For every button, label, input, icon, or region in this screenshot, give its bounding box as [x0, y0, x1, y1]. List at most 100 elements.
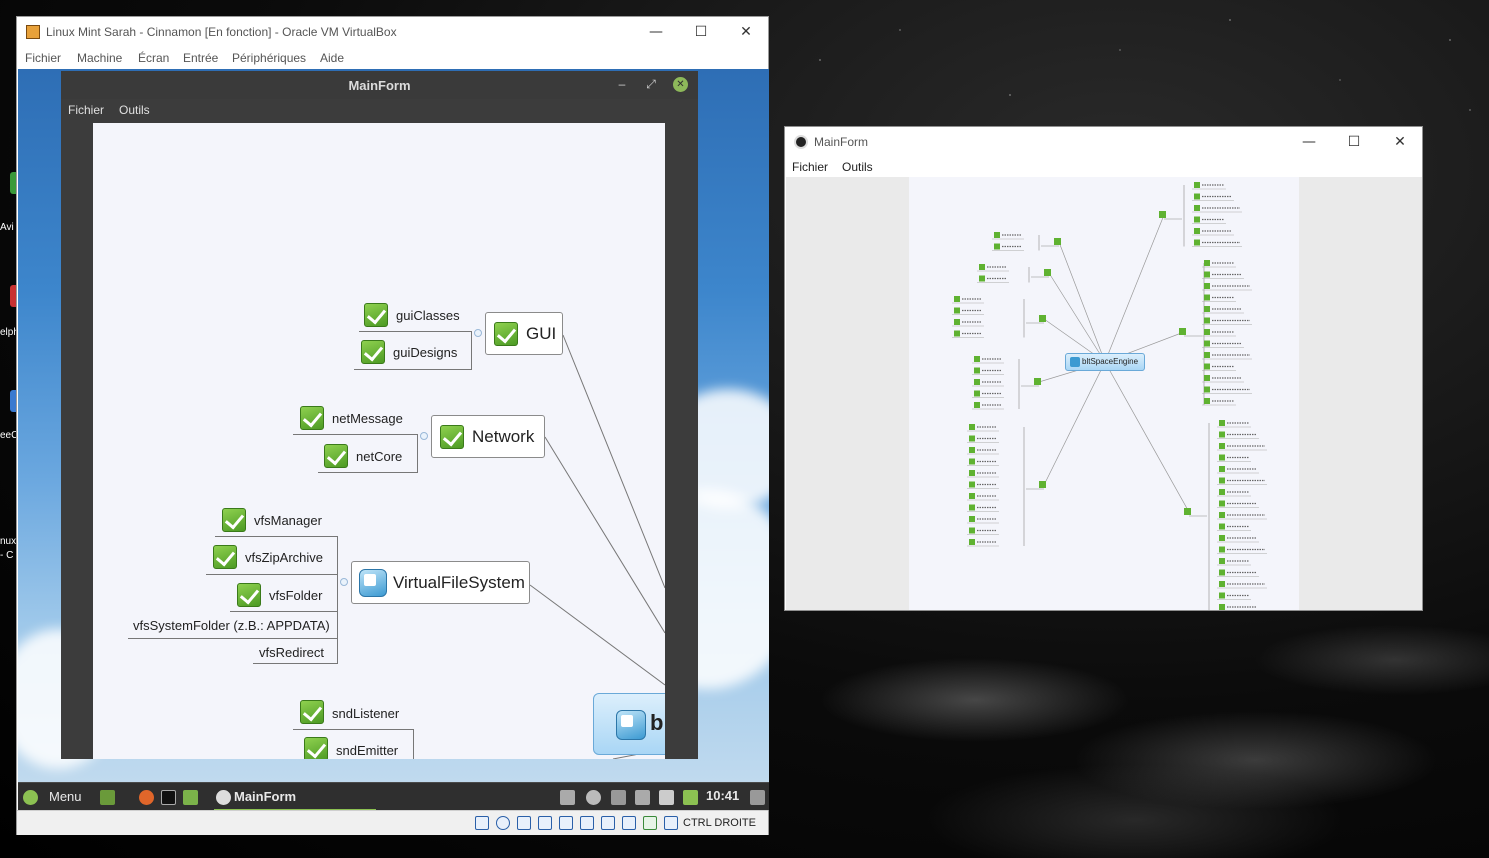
- mindmap-leaf-vfsziparchive[interactable]: vfsZipArchive: [245, 550, 323, 565]
- volume-icon[interactable]: [659, 790, 674, 805]
- mindmap-leaf-netmessage[interactable]: netMessage: [332, 411, 403, 426]
- mindmap-node-network[interactable]: Network: [431, 415, 545, 458]
- audio-icon[interactable]: [517, 816, 531, 830]
- check-icon: [1039, 481, 1046, 488]
- maximize-button[interactable]: ☐: [1339, 131, 1369, 153]
- mindmap-leaf-vfsmanager[interactable]: vfsManager: [254, 513, 322, 528]
- check-icon: [1219, 558, 1225, 564]
- files-icon[interactable]: [183, 790, 198, 805]
- close-button[interactable]: ✕: [731, 21, 761, 43]
- mint-menu-icon[interactable]: [23, 790, 38, 805]
- collapse-toggle[interactable]: [474, 329, 482, 337]
- vm-display[interactable]: MainForm – ⤢ ✕ Fichier Outils guiClasses…: [18, 69, 769, 810]
- collapse-toggle[interactable]: [420, 432, 428, 440]
- leaf-bracket: [471, 331, 472, 369]
- clock[interactable]: 10:41: [706, 788, 739, 803]
- check-icon: [954, 319, 960, 325]
- win-canvas-area: bltSpaceEngine: [786, 177, 1422, 610]
- windows-mainform-window: MainForm — ☐ ✕ Fichier Outils bltSpaceEn…: [784, 126, 1423, 611]
- minimize-icon[interactable]: –: [615, 77, 629, 91]
- menu-outils[interactable]: Outils: [842, 160, 873, 174]
- check-icon: [300, 406, 324, 430]
- video-capture-icon[interactable]: [622, 816, 636, 830]
- mint-menu-button[interactable]: Menu: [49, 789, 82, 804]
- display-icon[interactable]: [601, 816, 615, 830]
- close-button[interactable]: ✕: [1385, 131, 1415, 153]
- close-icon[interactable]: ✕: [673, 77, 688, 92]
- mint-window-title: MainForm: [348, 78, 411, 93]
- mint-titlebar[interactable]: MainForm – ⤢ ✕: [61, 71, 698, 99]
- mindmap-leaf-vfsredirect[interactable]: vfsRedirect: [259, 645, 324, 660]
- workspace-icon[interactable]: [750, 790, 765, 805]
- check-icon: [1219, 500, 1225, 507]
- minimize-button[interactable]: —: [641, 21, 671, 43]
- menu-fichier[interactable]: Fichier: [792, 160, 828, 174]
- check-icon: [1054, 238, 1061, 245]
- shield-icon[interactable]: [683, 790, 698, 805]
- trash-icon[interactable]: [560, 790, 575, 805]
- cpu-icon[interactable]: [643, 816, 657, 830]
- menu-ecran[interactable]: Écran: [138, 51, 169, 65]
- check-icon: [969, 493, 975, 499]
- mindmap-overview-canvas[interactable]: bltSpaceEngine: [909, 177, 1299, 610]
- check-icon: [1204, 386, 1210, 393]
- mindmap-leaf-sndemitter[interactable]: sndEmitter: [336, 743, 398, 758]
- check-icon: [954, 307, 960, 314]
- win-menubar: Fichier Outils: [785, 157, 1422, 177]
- leaf-bracket: [413, 729, 414, 759]
- leaf-underline: [359, 331, 472, 332]
- menu-aide[interactable]: Aide: [320, 51, 344, 65]
- firefox-icon[interactable]: [139, 790, 154, 805]
- pen-icon[interactable]: [635, 790, 650, 805]
- network-adapter-icon[interactable]: [538, 816, 552, 830]
- leaf-underline: [206, 574, 338, 575]
- mindmap-node-virtualfilesystem[interactable]: VirtualFileSystem: [351, 561, 530, 604]
- menu-machine[interactable]: Machine: [77, 51, 122, 65]
- menu-entree[interactable]: Entrée: [183, 51, 218, 65]
- check-icon: [1219, 489, 1225, 495]
- mindmap-root-node[interactable]: b: [593, 693, 665, 755]
- hdd-icon[interactable]: [475, 816, 489, 830]
- mindmap-leaf-guidesigns[interactable]: guiDesigns: [393, 345, 457, 360]
- menu-outils[interactable]: Outils: [119, 103, 150, 117]
- check-icon: [361, 340, 385, 364]
- win-titlebar[interactable]: MainForm — ☐ ✕: [785, 127, 1422, 157]
- mindmap-canvas[interactable]: guiClasses guiDesigns GUI netMessage net…: [93, 123, 665, 759]
- mindmap-leaf-guiclasses[interactable]: guiClasses: [396, 308, 460, 323]
- check-icon: [1219, 523, 1225, 530]
- check-icon: [1159, 211, 1166, 218]
- vbox-titlebar[interactable]: Linux Mint Sarah - Cinnamon [En fonction…: [17, 17, 768, 47]
- menu-peripheriques[interactable]: Périphériques: [232, 51, 306, 65]
- collapse-toggle[interactable]: [340, 578, 348, 586]
- mindmap-leaf-sndlistener[interactable]: sndListener: [332, 706, 399, 721]
- check-icon: [1219, 604, 1225, 610]
- taskbar-mainform-button[interactable]: MainForm: [234, 789, 296, 804]
- mint-mainform-window: MainForm – ⤢ ✕ Fichier Outils guiClasses…: [61, 71, 698, 759]
- app-icon: [794, 135, 808, 149]
- menu-fichier[interactable]: Fichier: [68, 103, 104, 117]
- leaf-bracket: [417, 434, 418, 472]
- mindmap-leaf-vfssystemfolder[interactable]: vfsSystemFolder (z.B.: APPDATA): [133, 618, 330, 633]
- maximize-icon[interactable]: ⤢: [644, 77, 658, 91]
- minimize-button[interactable]: —: [1294, 131, 1324, 153]
- maximize-button[interactable]: ☐: [686, 21, 716, 43]
- menu-fichier[interactable]: Fichier: [25, 51, 61, 65]
- check-icon: [1204, 317, 1210, 324]
- mindmap-leaf-netcore[interactable]: netCore: [356, 449, 402, 464]
- check-icon: [1179, 328, 1186, 335]
- mindmap-node-gui[interactable]: GUI: [485, 312, 563, 355]
- mouse-integration-icon[interactable]: [664, 816, 678, 830]
- leaf-underline: [318, 472, 418, 473]
- optical-drive-icon[interactable]: [496, 816, 510, 830]
- terminal-icon[interactable]: [161, 790, 176, 805]
- check-icon: [1194, 205, 1200, 211]
- leaf-underline: [230, 611, 338, 612]
- network-icon[interactable]: [611, 790, 626, 805]
- show-desktop-icon[interactable]: [100, 790, 115, 805]
- shared-folders-icon[interactable]: [580, 816, 594, 830]
- mindmap-leaf-vfsfolder[interactable]: vfsFolder: [269, 588, 322, 603]
- user-icon[interactable]: [586, 790, 601, 805]
- usb-icon[interactable]: [559, 816, 573, 830]
- check-icon: [1194, 228, 1200, 234]
- mindmap-root-node[interactable]: bltSpaceEngine: [1065, 353, 1145, 371]
